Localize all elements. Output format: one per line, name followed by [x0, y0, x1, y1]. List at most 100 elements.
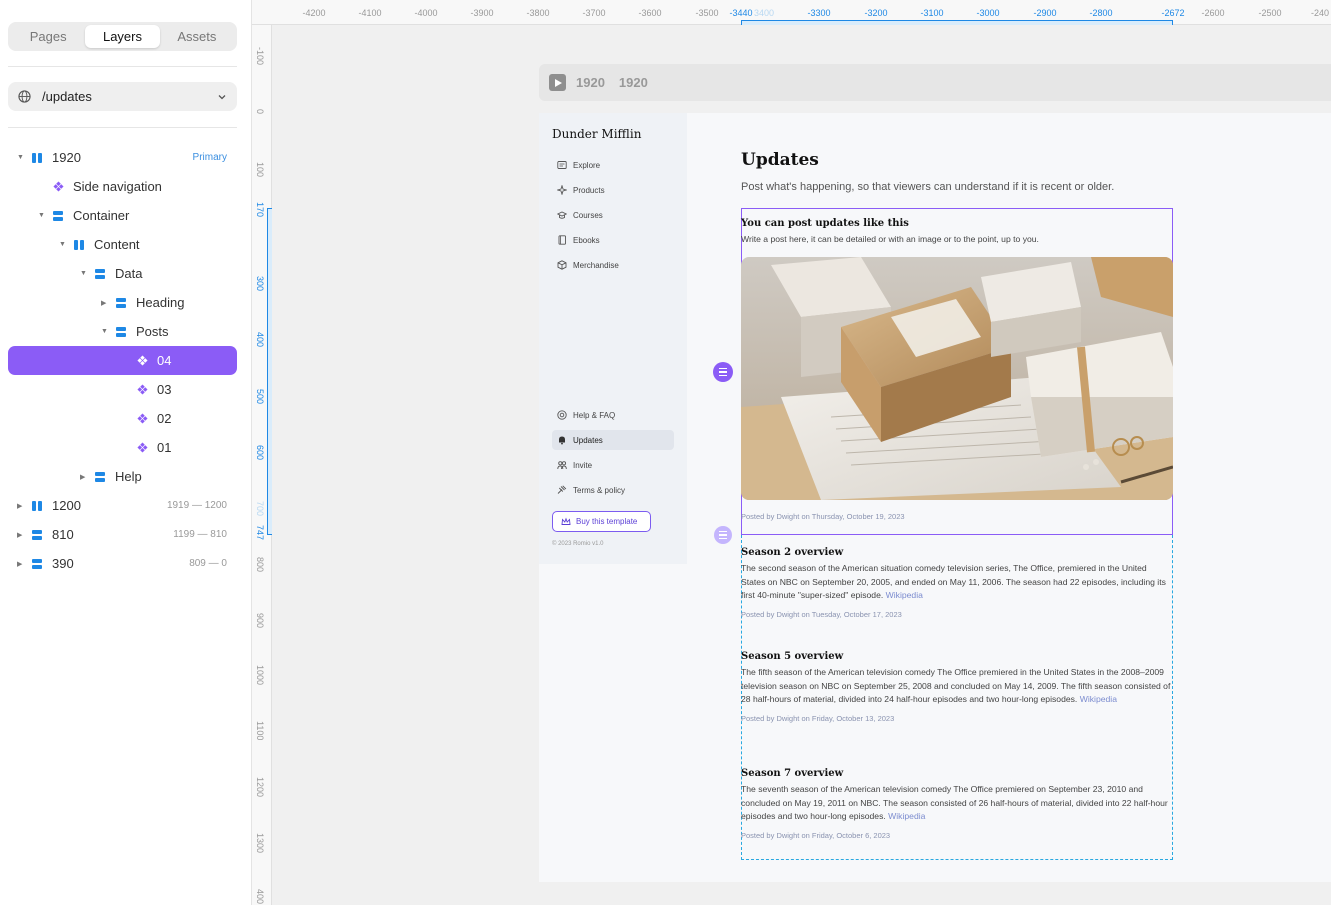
route-select[interactable]: /updates — [8, 82, 237, 111]
boxes-photo — [741, 257, 1173, 500]
layer-heading[interactable]: ▶ Heading — [101, 288, 184, 317]
buy-template-button[interactable]: Buy this template — [552, 511, 651, 532]
ruler-selection-range — [741, 20, 1173, 25]
sparkle-icon — [557, 185, 567, 195]
ruler-tick: 170 — [255, 202, 265, 218]
crown-icon — [561, 517, 571, 525]
bell-icon — [559, 436, 565, 445]
post-card[interactable]: Season 2 overview The second season of t… — [741, 547, 1173, 619]
post-title: Season 7 overview — [741, 768, 844, 779]
nav-label: Updates — [573, 435, 603, 445]
layer-label: 01 — [157, 440, 172, 455]
ruler-tick: -3100 — [920, 8, 944, 18]
explore-icon — [557, 161, 567, 169]
layer-label: Heading — [136, 295, 185, 310]
stack-icon — [115, 297, 127, 309]
collapsed-triangle-icon: ▶ — [17, 502, 23, 510]
layer-label: Help — [115, 469, 142, 484]
post-card[interactable]: Season 5 overview The fifth season of th… — [741, 651, 1173, 723]
nav-explore[interactable]: Explore — [552, 155, 674, 175]
layer-posts[interactable]: ▼ Posts — [101, 317, 169, 346]
collapsed-triangle-icon: ▶ — [17, 531, 23, 539]
layer-390[interactable]: ▶ 390 809 — 0 — [17, 549, 237, 578]
layer-help[interactable]: ▶ Help — [80, 462, 142, 491]
post-body-wrap: The second season of the American situat… — [741, 562, 1173, 603]
component-icon — [52, 181, 64, 193]
post-card[interactable]: Season 7 overview The seventh season of … — [741, 768, 1173, 840]
nav-courses[interactable]: Courses — [552, 205, 674, 225]
play-icon[interactable] — [549, 74, 566, 91]
nav-invite[interactable]: Invite — [552, 455, 674, 475]
post-body-wrap: The fifth season of the American televis… — [741, 666, 1173, 707]
layer-data[interactable]: ▼ Data — [80, 259, 142, 288]
layer-side-navigation[interactable]: Side navigation — [38, 172, 162, 201]
post-byline-wrap: Posted by Dwight on Thursday, October 19… — [741, 502, 1173, 521]
ruler-tick: 300 — [255, 276, 265, 292]
page-subtitle: Post what's happening, so that viewers c… — [741, 181, 1115, 193]
layer-04[interactable]: 04 — [8, 346, 237, 375]
ruler-tick: -4200 — [302, 8, 326, 18]
side-navigation: Dunder Mifflin Explore Products Courses … — [539, 113, 687, 564]
layer-1920[interactable]: ▼ 1920 Primary — [17, 143, 237, 172]
nav-merchandise[interactable]: Merchandise — [552, 255, 674, 275]
ruler-tick: -2600 — [1201, 8, 1225, 18]
ruler-tick: -3300 — [807, 8, 831, 18]
nav-label: Merchandise — [573, 260, 619, 270]
tab-layers[interactable]: Layers — [85, 25, 160, 48]
brand-name: Dunder Mifflin — [552, 127, 642, 141]
frame-header[interactable]: 1920 1920 — [539, 64, 1331, 101]
layer-content[interactable]: ▼ Content — [59, 230, 140, 259]
stack-handle-icon[interactable] — [714, 526, 732, 544]
layer-label: Posts — [136, 324, 169, 339]
ruler-tick: 800 — [255, 557, 265, 573]
collapsed-triangle-icon: ▶ — [80, 473, 86, 481]
frame-label: 1920 — [576, 75, 605, 90]
layer-01[interactable]: 01 — [122, 433, 171, 462]
nav-ebooks[interactable]: Ebooks — [552, 230, 674, 250]
tab-pages[interactable]: Pages — [11, 25, 85, 48]
nav-products[interactable]: Products — [552, 180, 674, 200]
ruler-tick: -2672 — [1161, 8, 1185, 18]
layer-meta: 1919 — 1200 — [166, 500, 227, 511]
ruler-tick: -240 — [1310, 8, 1330, 18]
ruler-selection-range — [267, 208, 272, 535]
nav-updates[interactable]: Updates — [552, 430, 674, 450]
post-title: You can post updates like this — [741, 218, 909, 229]
ruler-tick: -3600 — [638, 8, 662, 18]
collapsed-triangle-icon: ▶ — [101, 299, 107, 307]
frame-icon — [31, 500, 43, 512]
post-card[interactable]: You can post updates like this Write a p… — [741, 218, 1173, 247]
tab-assets[interactable]: Assets — [160, 25, 234, 48]
post-image — [741, 257, 1173, 500]
divider — [8, 127, 237, 128]
nav-label: Help & FAQ — [573, 410, 616, 420]
ruler-tick: -2900 — [1033, 8, 1057, 18]
layer-03[interactable]: 03 — [122, 375, 171, 404]
post-byline: Posted by Dwight on Thursday, October 19… — [741, 512, 905, 521]
ruler-tick: 1200 — [255, 777, 265, 798]
layer-meta: 809 — 0 — [189, 558, 227, 569]
layer-container[interactable]: ▼ Container — [38, 201, 129, 230]
post-byline: Posted by Dwight on Friday, October 6, 2… — [741, 830, 891, 840]
ruler-tick: 500 — [255, 389, 265, 405]
page-title: Updates — [741, 150, 819, 170]
ruler-tick: 900 — [255, 613, 265, 629]
ruler-tick: -3200 — [864, 8, 888, 18]
layer-1200[interactable]: ▶ 1200 1919 — 1200 — [17, 491, 237, 520]
divider — [8, 66, 237, 67]
wikipedia-link[interactable]: Wikipedia — [888, 811, 925, 821]
wikipedia-link[interactable]: Wikipedia — [1080, 694, 1117, 704]
nav-terms-policy[interactable]: Terms & policy — [552, 480, 674, 500]
stack-handle-icon[interactable] — [713, 362, 733, 382]
ruler-tick: -3000 — [976, 8, 1000, 18]
frame-icon — [73, 239, 85, 251]
expanded-triangle-icon: ▼ — [59, 241, 66, 248]
wikipedia-link[interactable]: Wikipedia — [886, 590, 923, 600]
layer-02[interactable]: 02 — [122, 404, 171, 433]
ruler-tick: 100 — [255, 162, 265, 178]
nav-help-faq[interactable]: Help & FAQ — [552, 405, 674, 425]
book-icon — [558, 235, 566, 245]
post-body: The seventh season of the American telev… — [741, 784, 1168, 821]
nav-label: Ebooks — [573, 235, 600, 245]
layer-810[interactable]: ▶ 810 1199 — 810 — [17, 520, 237, 549]
